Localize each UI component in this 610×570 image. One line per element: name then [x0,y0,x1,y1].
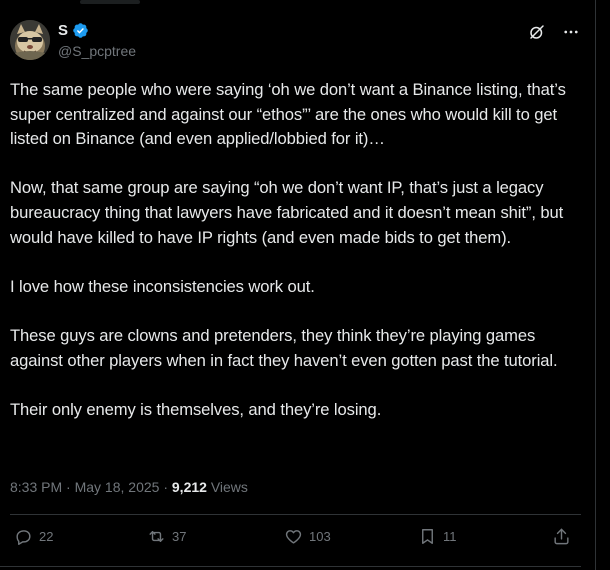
tweet-paragraph: Now, that same group are saying “oh we d… [10,178,564,247]
more-icon[interactable] [561,22,581,42]
views-count: 9,212 [171,479,207,495]
views-label: Views [206,479,248,495]
bookmark-button[interactable]: 11 [418,527,457,546]
tweet-text: The same people who were saying ‘oh we d… [10,78,578,447]
repost-icon [149,531,164,542]
like-count: 103 [309,529,331,544]
repost-button[interactable]: 37 [147,527,186,546]
reply-count: 22 [39,529,54,544]
reply-icon [16,530,31,545]
grok-icon[interactable] [527,22,547,42]
like-button[interactable]: 103 [284,527,331,546]
action-bar: 22 37 103 11 [14,527,574,551]
share-button[interactable] [552,527,571,546]
bookmark-icon [422,529,433,544]
bottom-divider [0,566,581,567]
header-actions [527,22,581,42]
tweet-paragraph: These guys are clowns and pretenders, th… [10,325,558,370]
tweet-paragraph: I love how these inconsistencies work ou… [10,276,315,296]
bookmark-count: 11 [443,529,457,544]
handle[interactable]: @S_pcptree [58,43,136,59]
tweet-header: S @S_pcptree [10,20,581,64]
display-name[interactable]: S [58,22,68,39]
tweet-date[interactable]: May 18, 2025 [75,479,160,495]
tweet-paragraph: The same people who were saying ‘oh we d… [10,80,566,149]
meta-separator: · [159,479,172,495]
share-icon [554,528,569,545]
tweet-paragraph: Their only enemy is themselves, and they… [10,399,382,419]
top-edge [80,0,140,4]
repost-count: 37 [172,529,187,544]
avatar[interactable] [10,20,50,60]
heart-icon [285,530,302,544]
avatar-image [10,20,50,60]
tweet-meta: 8:33 PM · May 18, 2025 · 9,212 Views [10,479,248,495]
verified-badge-icon [72,22,89,39]
meta-separator: · [62,479,75,495]
tweet-card: S @S_pcptree The same people who were sa… [0,0,596,570]
reply-button[interactable]: 22 [14,527,53,546]
name-row: S [58,22,89,39]
tweet-time[interactable]: 8:33 PM [10,479,62,495]
divider [10,514,581,515]
